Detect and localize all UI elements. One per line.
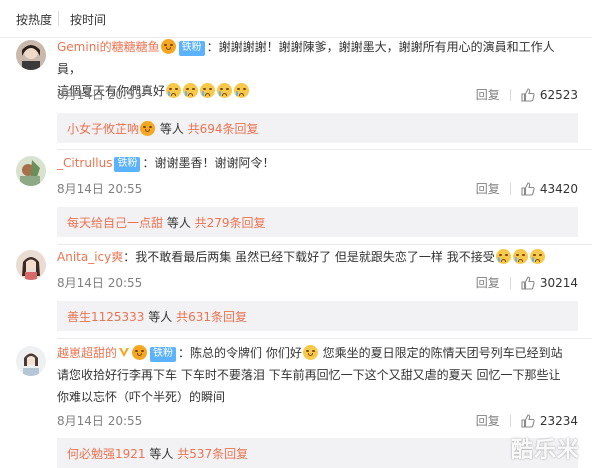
comment-line: 请您收拾好行李再下车 下车时不要落泪 下车前再回忆一下这个又甜又虐的夏天 回忆一… (57, 368, 561, 382)
comment-timestamp: 8月14日 20:55 (57, 414, 143, 428)
thumbs-up-icon (521, 275, 535, 290)
divider (57, 149, 592, 150)
like-button[interactable]: 23234 (521, 414, 578, 428)
comment-text: Anita_icy爽：我不敢看最后两集 虽然已经下载好了 但是就跟失恋了一样 我… (57, 246, 578, 268)
comment-line: 您乘坐的夏日限定的陈情天团号列车已经到站 (318, 346, 563, 360)
sub-reply-text: 等人 (144, 310, 177, 324)
like-button[interactable]: 62523 (521, 88, 578, 102)
crying-emoji-icon (529, 249, 545, 264)
like-button[interactable]: 43420 (521, 182, 578, 196)
like-count: 43420 (539, 181, 578, 196)
sub-reply-count-link[interactable]: 共631条回复 (176, 310, 247, 324)
divider (509, 276, 511, 289)
sub-reply-user-link[interactable]: 何必勉强1921 (67, 447, 146, 461)
divider (509, 182, 511, 195)
crying-emoji-icon (200, 83, 216, 98)
crown-icon (132, 345, 148, 360)
crown-icon (160, 39, 176, 54)
username-link[interactable]: Gemini的糖糖糖鱼 (57, 40, 160, 54)
sub-reply-user-link[interactable]: 小女子攸芷吶 (67, 122, 139, 136)
like-button[interactable]: 30214 (521, 276, 578, 290)
comment-actions: 回复 23234 (476, 412, 578, 429)
divider (509, 414, 511, 427)
crown-icon (140, 121, 156, 136)
sub-reply-count-link[interactable]: 共279条回复 (195, 216, 266, 230)
crying-emoji-icon (166, 83, 182, 98)
sub-reply-summary[interactable]: 每天给自己一点甜 等人 共279条回复 (57, 207, 578, 237)
comment-line: ：陈总的令牌们 你们好 (178, 346, 302, 360)
comment-actions: 回复 43420 (476, 180, 578, 197)
avatar[interactable] (16, 156, 46, 186)
sub-reply-summary[interactable]: 何必勉强1921 等人 共537条回复 (57, 438, 578, 468)
crying-emoji-icon (217, 83, 233, 98)
comment-actions: 回复 62523 (476, 86, 578, 103)
thumbs-up-icon (521, 413, 535, 428)
site-watermark: 酷乐米 (510, 438, 580, 463)
reply-button[interactable]: 回复 (476, 412, 500, 429)
avatar[interactable] (16, 250, 46, 280)
sub-reply-summary[interactable]: 善生1125333 等人 共631条回复 (57, 301, 578, 331)
comment-line: 你难以忘怀（吓个半死）的瞬间 (57, 390, 226, 404)
smile-emoji-icon (302, 345, 318, 360)
divider (57, 338, 592, 339)
like-count: 23234 (539, 413, 578, 428)
divider (57, 244, 592, 245)
like-count: 30214 (539, 275, 578, 290)
sort-by-time-tab[interactable]: 按时间 (70, 11, 106, 28)
sub-reply-text: 等人 (156, 122, 188, 136)
crying-emoji-icon (234, 83, 250, 98)
sub-reply-count-link[interactable]: 共694条回复 (188, 122, 259, 136)
comment-line: ：谢谢墨香！谢谢阿令！ (142, 156, 275, 170)
comment-text: _Citrullus 铁粉 ：谢谢墨香！谢谢阿令！ (57, 152, 578, 174)
comment-timestamp: 8月14日 20:55 (57, 276, 143, 290)
fan-badge: 铁粉 (114, 157, 141, 172)
fan-badge: 铁粉 (178, 41, 205, 56)
comment-text: 越崽超甜的 铁粉 ：陈总的令牌们 你们好 您乘坐的夏日限定的陈情天团号列车已经到站 … (57, 342, 578, 408)
comment-line: ：我不敢看最后两集 虽然已经下载好了 但是就跟失恋了一样 我不接受 (123, 250, 495, 264)
avatar[interactable] (16, 40, 46, 70)
reply-button[interactable]: 回复 (476, 274, 500, 291)
verified-v-icon (119, 348, 130, 357)
sub-reply-count-link[interactable]: 共537条回复 (177, 447, 248, 461)
username-link[interactable]: _Citrullus (57, 156, 112, 170)
crying-emoji-icon (495, 249, 511, 264)
reply-button[interactable]: 回复 (476, 180, 500, 197)
sort-by-hot-tab[interactable]: 按热度 (16, 11, 52, 28)
comment-timestamp: 8月14日 20:55 (57, 88, 143, 102)
fan-badge: 铁粉 (150, 347, 177, 362)
crying-emoji-icon (512, 249, 528, 264)
sub-reply-user-link[interactable]: 每天给自己一点甜 (67, 216, 163, 230)
thumbs-up-icon (521, 181, 535, 196)
sub-reply-user-link[interactable]: 善生1125333 (67, 310, 144, 324)
username-link[interactable]: Anita_icy爽 (57, 250, 123, 264)
divider (509, 88, 511, 101)
sub-reply-summary[interactable]: 小女子攸芷吶 等人 共694条回复 (57, 113, 578, 143)
sort-bar: 按热度 按时间 (0, 0, 592, 38)
thumbs-up-icon (521, 87, 535, 102)
sub-reply-text: 等人 (163, 216, 195, 230)
crying-emoji-icon (183, 83, 199, 98)
sub-reply-text: 等人 (145, 447, 178, 461)
username-link[interactable]: 越崽超甜的 (57, 346, 117, 360)
avatar[interactable] (16, 346, 46, 376)
like-count: 62523 (539, 87, 578, 102)
reply-button[interactable]: 回复 (476, 86, 500, 103)
comment-timestamp: 8月14日 20:55 (57, 182, 143, 196)
comment-actions: 回复 30214 (476, 274, 578, 291)
sort-divider (58, 11, 59, 25)
